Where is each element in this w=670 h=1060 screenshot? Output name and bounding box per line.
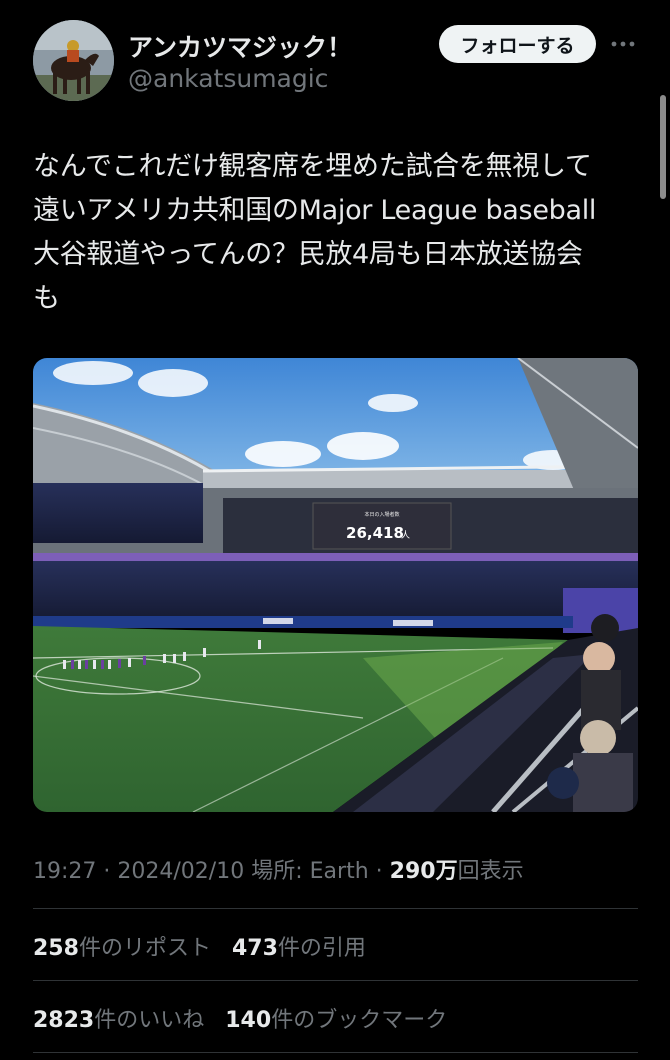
author-display-name[interactable]: アンカツマジック！ — [128, 28, 352, 64]
quotes-stat[interactable]: 473件の引用 — [232, 930, 366, 962]
tweet-photo[interactable]: 本日の入場者数 26,418 人 — [33, 358, 638, 812]
scoreboard-unit: 人 — [401, 530, 410, 541]
divider — [33, 1052, 638, 1053]
stats-row-likes: 2823件のいいね 140件のブックマーク — [33, 1002, 461, 1034]
author-handle[interactable]: @ankatsumagic — [128, 64, 328, 93]
scoreboard-value: 26,418 — [346, 524, 404, 542]
meta-separator: · — [103, 859, 111, 884]
tweet-detail-page: アンカツマジック！ @ankatsumagic フォローする なんでこれだけ観客… — [0, 0, 670, 1060]
divider — [33, 980, 638, 981]
likes-label: 件のいいね — [94, 1008, 205, 1033]
stats-row-reposts: 258件のリポスト 473件の引用 — [33, 930, 380, 962]
follow-button[interactable]: フォローする — [439, 25, 596, 63]
quotes-label: 件の引用 — [277, 936, 366, 961]
location-label: 場所: — [251, 859, 303, 884]
views-label: 回表示 — [457, 859, 524, 884]
tweet-meta: 19:27 · 2024/02/10 場所: Earth · 290万回表示 — [33, 853, 524, 885]
avatar[interactable] — [33, 20, 114, 101]
likes-stat[interactable]: 2823件のいいね — [33, 1002, 204, 1034]
views-count: 290万 — [389, 859, 458, 884]
reposts-stat[interactable]: 258件のリポスト — [33, 930, 211, 962]
more-horizontal-icon[interactable] — [610, 32, 636, 56]
bookmarks-count: 140 — [225, 1008, 272, 1033]
bookmarks-label: 件のブックマーク — [271, 1008, 448, 1033]
divider — [33, 908, 638, 909]
tweet-date[interactable]: 2024/02/10 — [117, 859, 244, 884]
reposts-label: 件のリポスト — [78, 936, 211, 961]
scrollbar[interactable] — [660, 95, 666, 199]
location-value: Earth — [309, 859, 369, 884]
avatar-image — [33, 20, 114, 101]
likes-count: 2823 — [33, 1008, 95, 1033]
quotes-count: 473 — [231, 936, 278, 961]
tweet-text: なんでこれだけ観客席を埋めた試合を無視して 遠いアメリカ共和国のMajor Le… — [33, 151, 597, 314]
reposts-count: 258 — [33, 936, 79, 961]
stadium-photo: 本日の入場者数 26,418 人 — [33, 358, 638, 812]
meta-separator: · — [375, 859, 383, 884]
scoreboard-label: 本日の入場者数 — [364, 511, 399, 518]
tweet-time[interactable]: 19:27 — [33, 859, 96, 884]
bookmarks-stat[interactable]: 140件のブックマーク — [225, 1002, 447, 1034]
